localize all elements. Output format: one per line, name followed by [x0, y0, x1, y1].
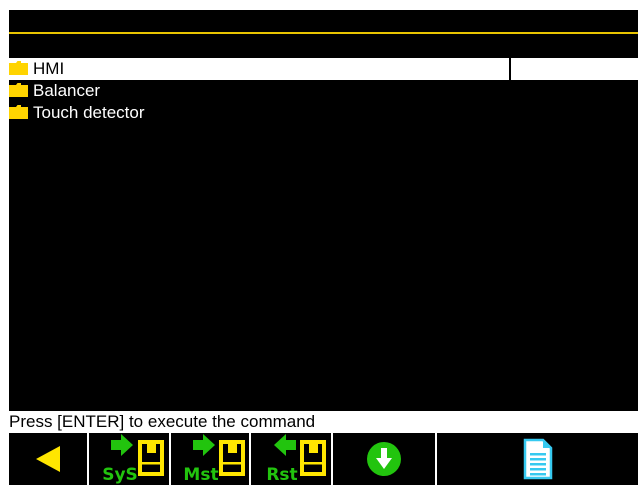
list-item-touch-detector[interactable]: Touch detector	[9, 102, 638, 124]
save-mst-icon: Mst	[171, 434, 249, 484]
folder-icon	[9, 105, 28, 119]
save-master-button[interactable]: Mst	[171, 433, 249, 485]
save-system-button[interactable]: SyS	[89, 433, 169, 485]
download-button[interactable]	[333, 433, 435, 485]
list-item-label: Touch detector	[33, 103, 145, 122]
list-item-label: Balancer	[33, 81, 101, 100]
folder-list: HMI Balancer Touch detector	[9, 58, 638, 124]
function-key-toolbar: SyS Mst Rst	[9, 433, 638, 485]
document-button[interactable]	[437, 433, 638, 485]
restore-icon: Rst	[252, 434, 330, 484]
mst-label: Mst	[183, 465, 218, 484]
arrow-left-icon	[36, 446, 60, 472]
sys-label: SyS	[102, 465, 138, 484]
title-bar	[9, 10, 638, 33]
document-icon	[523, 438, 553, 480]
title-divider-line	[9, 32, 638, 34]
hmi-screen: HMI Balancer Touch detector Press [ENTER…	[9, 10, 638, 485]
save-sys-icon: SyS	[90, 434, 168, 484]
list-item-hmi[interactable]: HMI	[9, 58, 638, 80]
folder-icon	[9, 83, 28, 97]
download-icon	[367, 442, 401, 476]
status-bar: Press [ENTER] to execute the command	[9, 411, 638, 433]
rst-label: Rst	[266, 465, 297, 484]
list-item-balancer[interactable]: Balancer	[9, 80, 638, 102]
list-item-label: HMI	[33, 59, 65, 78]
restore-button[interactable]: Rst	[251, 433, 331, 485]
column-divider	[509, 58, 511, 80]
folder-icon	[9, 61, 28, 75]
back-button[interactable]	[9, 433, 87, 485]
